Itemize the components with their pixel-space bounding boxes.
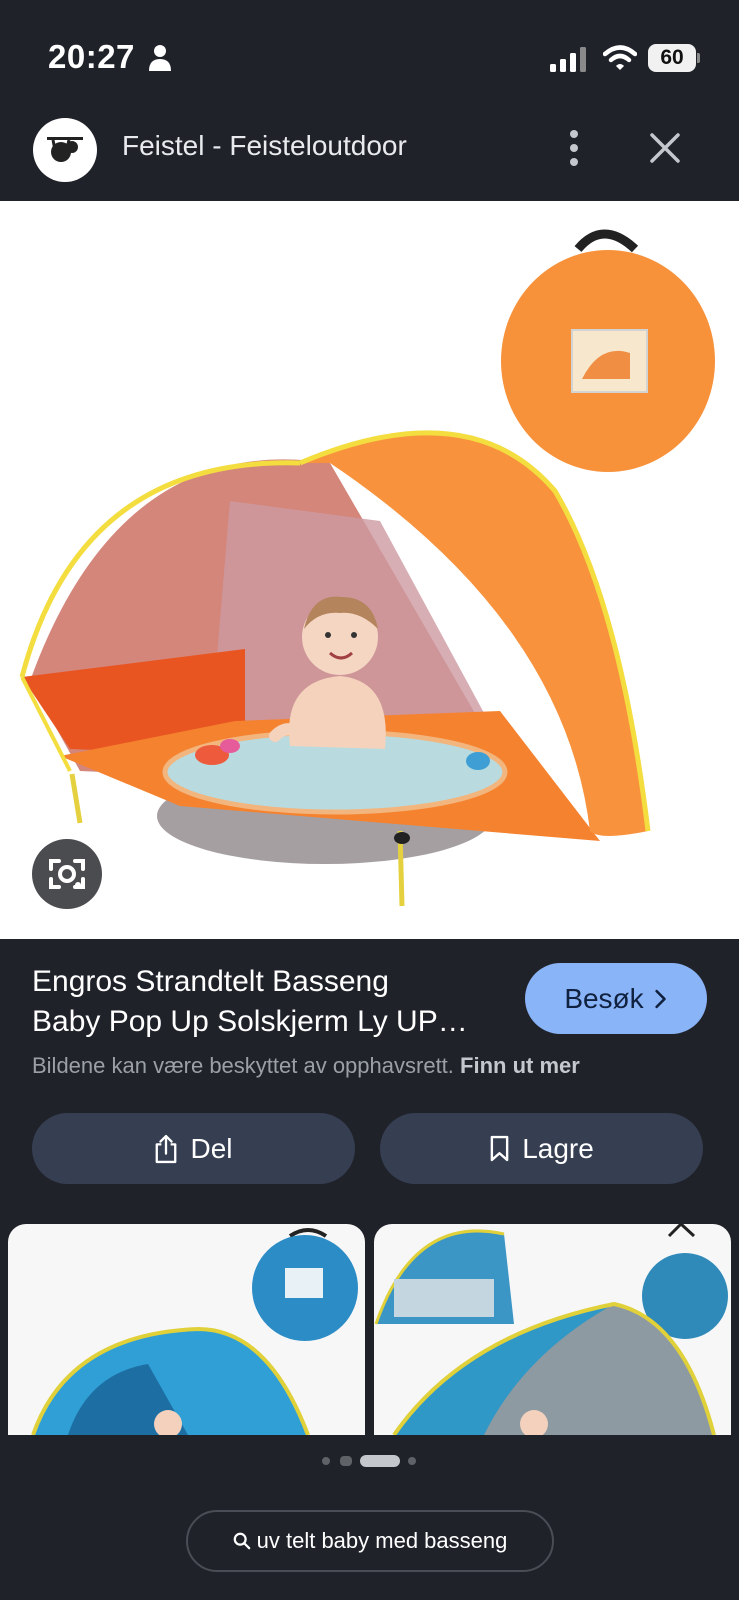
viewer-header: Feistel - Feisteloutdoor xyxy=(0,110,739,200)
wifi-icon xyxy=(603,45,637,70)
product-title-line1: Engros Strandtelt Basseng xyxy=(32,965,389,998)
share-label: Del xyxy=(190,1132,233,1164)
battery-level: 60 xyxy=(660,46,684,69)
status-bar: 20:27 60 xyxy=(0,0,739,110)
related-tent-image xyxy=(374,1224,728,1435)
learn-more-link[interactable]: Finn ut mer xyxy=(460,1053,580,1078)
status-time: 20:27 xyxy=(48,38,135,75)
chevron-right-icon xyxy=(654,989,666,1008)
copyright-notice: Bildene kan være beskyttet av opphavsret… xyxy=(32,1053,580,1079)
more-vert-icon[interactable] xyxy=(556,126,592,170)
related-tent-image xyxy=(31,1228,358,1435)
product-title[interactable]: Engros Strandtelt Basseng Baby Pop Up So… xyxy=(32,962,512,1042)
pager-dots xyxy=(320,1453,420,1467)
sloth-logo xyxy=(47,137,83,162)
related-image[interactable] xyxy=(8,1224,365,1435)
lens-button[interactable] xyxy=(32,839,102,909)
battery-icon: 60 xyxy=(648,44,700,72)
close-icon[interactable] xyxy=(648,130,682,166)
copyright-text: Bildene kan være beskyttet av opphavsret… xyxy=(32,1053,454,1078)
bookmark-icon xyxy=(490,1135,509,1162)
search-query-pill[interactable]: uv telt baby med basseng xyxy=(186,1510,554,1572)
search-query: uv telt baby med basseng xyxy=(256,1528,508,1553)
signal-icon xyxy=(550,47,586,72)
main-image[interactable] xyxy=(0,201,739,939)
person-icon xyxy=(149,45,171,71)
visit-label: Besøk xyxy=(564,982,644,1014)
site-logo[interactable] xyxy=(33,118,97,182)
lens-icon xyxy=(49,859,85,889)
site-title[interactable]: Feistel - Feisteloutdoor xyxy=(122,130,407,162)
visit-button[interactable]: Besøk xyxy=(525,963,707,1034)
search-icon xyxy=(233,1532,250,1550)
product-title-line2: Baby Pop Up Solskjerm Ly UP… xyxy=(32,1005,468,1038)
save-button[interactable]: Lagre xyxy=(380,1113,703,1184)
share-icon xyxy=(156,1134,177,1163)
tent-image xyxy=(19,229,715,907)
save-label: Lagre xyxy=(522,1132,594,1164)
related-image[interactable] xyxy=(374,1224,731,1435)
share-button[interactable]: Del xyxy=(32,1113,355,1184)
